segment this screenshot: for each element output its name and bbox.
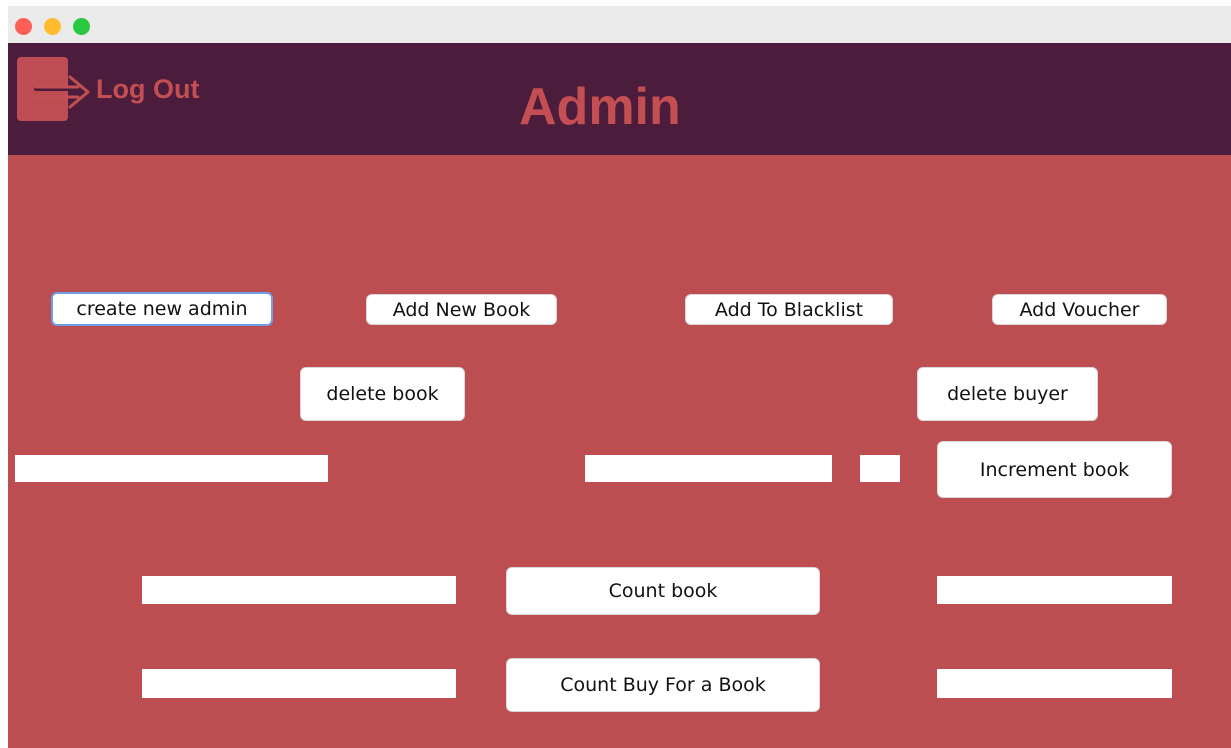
increment-book-amount-input[interactable] bbox=[860, 455, 900, 482]
logout-arrow-glyph-icon bbox=[34, 75, 90, 109]
count-buy-result-field[interactable] bbox=[937, 669, 1172, 698]
increment-book-button[interactable]: Increment book bbox=[937, 441, 1172, 498]
add-voucher-button[interactable]: Add Voucher bbox=[992, 294, 1167, 325]
delete-book-input[interactable] bbox=[15, 455, 328, 482]
create-new-admin-button[interactable]: create new admin bbox=[51, 292, 273, 326]
count-buy-input[interactable] bbox=[142, 669, 456, 698]
count-book-button[interactable]: Count book bbox=[506, 567, 820, 615]
app-header: Log Out Admin bbox=[8, 43, 1231, 155]
add-new-book-button[interactable]: Add New Book bbox=[366, 294, 557, 325]
delete-buyer-button[interactable]: delete buyer bbox=[917, 367, 1098, 421]
logout-link[interactable]: Log Out bbox=[96, 73, 199, 105]
increment-book-name-input[interactable] bbox=[585, 455, 832, 482]
window-titlebar bbox=[8, 6, 1231, 43]
add-to-blacklist-button[interactable]: Add To Blacklist bbox=[685, 294, 893, 325]
window-maximize-button[interactable] bbox=[73, 18, 90, 35]
count-book-input[interactable] bbox=[142, 576, 456, 604]
delete-book-button[interactable]: delete book bbox=[300, 367, 465, 421]
app-window: Log Out Admin create new admin Add New B… bbox=[0, 0, 1231, 748]
page-title: Admin bbox=[519, 78, 681, 136]
admin-panel: create new admin Add New Book Add To Bla… bbox=[8, 155, 1231, 748]
count-buy-for-a-book-button[interactable]: Count Buy For a Book bbox=[506, 658, 820, 712]
window-minimize-button[interactable] bbox=[44, 18, 61, 35]
window-close-button[interactable] bbox=[15, 18, 32, 35]
count-book-result-field[interactable] bbox=[937, 576, 1172, 604]
